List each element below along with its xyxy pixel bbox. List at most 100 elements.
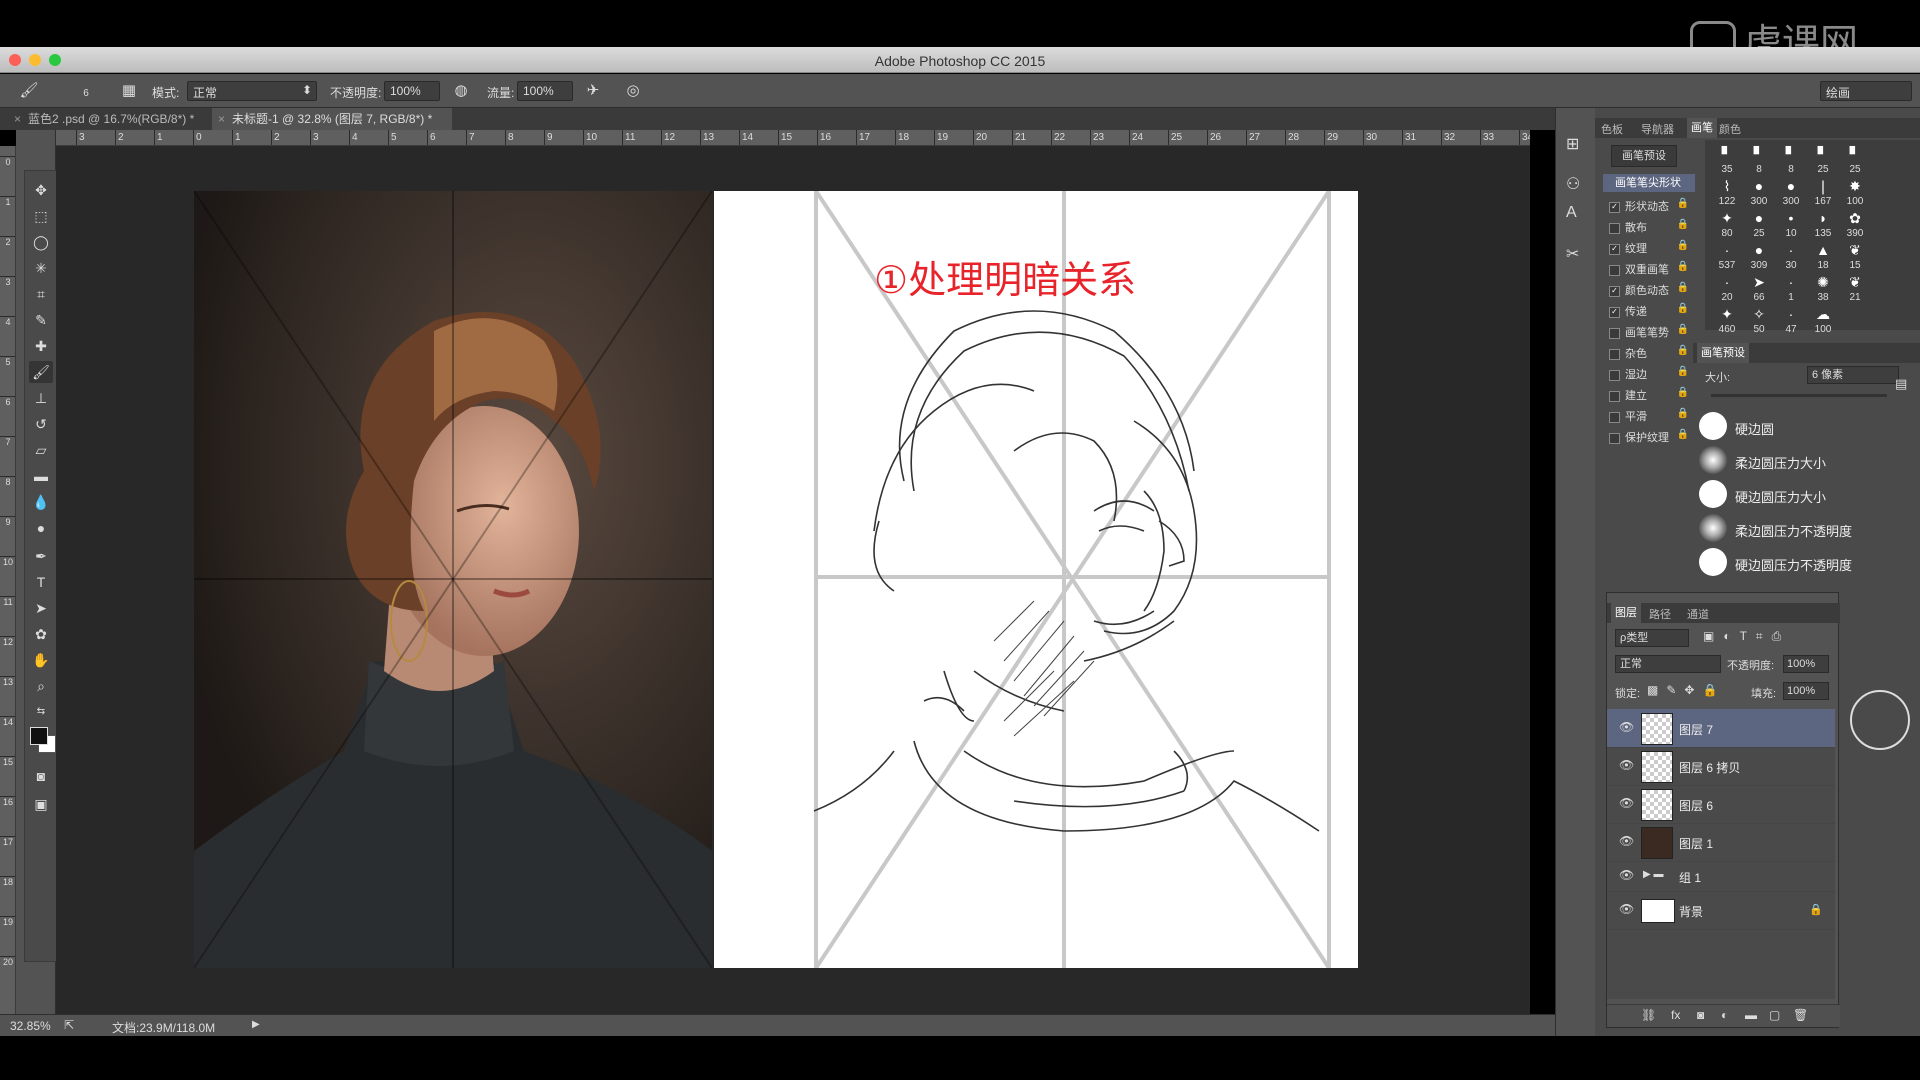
lock-icons[interactable]: ▩✎✥🔒 [1647, 683, 1725, 697]
new-layer-icon[interactable]: ▢ [1769, 1008, 1780, 1022]
shape-tool-icon[interactable]: ✿ [29, 623, 53, 645]
visibility-eye-icon[interactable]: 👁 [1619, 902, 1634, 916]
brush-tip-cell[interactable]: ▘ 8 [1743, 144, 1775, 176]
zoom-tool-icon[interactable]: ⌕ [29, 675, 53, 697]
brush-tip-cell[interactable]: ▘ 35 [1711, 144, 1743, 176]
pressure-opacity-icon[interactable]: ◍ [450, 81, 472, 101]
sketch-canvas[interactable]: ①处理明暗关系 [714, 191, 1358, 968]
workspace-select[interactable]: 绘画 [1820, 81, 1912, 101]
group-expand-arrow-icon[interactable]: ▶ ▬ [1643, 869, 1663, 880]
export-icon[interactable]: ⇱ [64, 1018, 74, 1032]
link-layers-icon[interactable]: ⛓ [1641, 1008, 1656, 1022]
adjustment-layer-icon[interactable]: ◐ [1721, 1008, 1728, 1022]
checkbox-checked-icon[interactable]: ✓ [1609, 306, 1620, 318]
layer-row[interactable]: 👁 图层 7 [1607, 709, 1835, 748]
brush-tip-cell[interactable]: · 30 [1775, 240, 1807, 272]
brush-tool-preset-icon[interactable]: 🖌 [18, 81, 40, 101]
brush-tip-cell[interactable]: ◗ 135 [1807, 208, 1839, 240]
brush-tip-cell[interactable]: ▘ 8 [1775, 144, 1807, 176]
tab-brush[interactable]: 画笔 [1687, 118, 1717, 138]
brush-tip-cell[interactable]: ❦ 21 [1839, 272, 1871, 304]
checkbox-checked-icon[interactable]: ✓ [1609, 201, 1620, 213]
layer-row[interactable]: 👁 图层 6 [1607, 785, 1835, 824]
brush-tip-cell[interactable]: ● 309 [1743, 240, 1775, 272]
brush-setting-item[interactable]: 保护纹理 🔒 [1609, 429, 1689, 445]
brush-tip-cell[interactable]: ⌇ 122 [1711, 176, 1743, 208]
brush-tip-cell[interactable]: · 1 [1775, 272, 1807, 304]
visibility-eye-icon[interactable]: 👁 [1619, 868, 1634, 882]
panel-options-icon[interactable]: ▤ [1895, 376, 1907, 392]
brush-tip-cell[interactable]: ✺ 38 [1807, 272, 1839, 304]
brush-tip-cell[interactable]: ● 300 [1743, 176, 1775, 208]
opacity-field[interactable]: 100% [384, 81, 440, 101]
lock-icon[interactable]: 🔒 [1677, 282, 1689, 293]
brush-tip-cell[interactable]: ➤ 66 [1743, 272, 1775, 304]
history-panel-icon[interactable]: ⊞ [1566, 134, 1579, 154]
brush-tip-cell[interactable]: ✦ 460 [1711, 304, 1743, 336]
tab-document-2[interactable]: × 未标题-1 @ 32.8% (图层 7, RGB/8*) * [212, 108, 452, 130]
brush-setting-item[interactable]: ✓ 形状动态 🔒 [1609, 198, 1689, 214]
tab-navigator[interactable]: 导航器 [1641, 121, 1674, 137]
brush-setting-item[interactable]: 平滑 🔒 [1609, 408, 1689, 424]
brush-tip-cell[interactable]: • 10 [1775, 208, 1807, 240]
brush-tip-cell[interactable]: ▲ 18 [1807, 240, 1839, 272]
brush-tool-icon[interactable]: 🖌 [29, 361, 53, 383]
delete-layer-icon[interactable]: 🗑 [1793, 1008, 1808, 1022]
crop-tool-icon[interactable]: ⌗ [29, 283, 53, 305]
checkbox-icon[interactable] [1609, 348, 1620, 360]
brush-setting-item[interactable]: 杂色 🔒 [1609, 345, 1689, 361]
layer-opacity-field[interactable]: 100% [1783, 655, 1829, 673]
path-selection-tool-icon[interactable]: ➤ [29, 597, 53, 619]
tab-layers[interactable]: 图层 [1611, 603, 1641, 623]
visibility-eye-icon[interactable]: 👁 [1619, 834, 1634, 848]
brush-tip-cell[interactable]: ● 300 [1775, 176, 1807, 208]
lock-icon[interactable]: 🔒 [1677, 387, 1689, 398]
brush-preset-item[interactable]: 柔边圆压力不透明度 [1699, 514, 1899, 544]
magic-wand-tool-icon[interactable]: ✳ [29, 257, 53, 279]
lock-icon[interactable]: 🔒 [1677, 408, 1689, 419]
brush-preset-item[interactable]: 柔边圆压力大小 [1699, 446, 1899, 476]
layer-filter-select[interactable]: ρ类型 [1615, 629, 1689, 647]
lock-icon[interactable]: 🔒 [1677, 429, 1689, 440]
brush-setting-item[interactable]: ✓ 传递 🔒 [1609, 303, 1689, 319]
tool-presets-panel-icon[interactable]: ✂ [1566, 244, 1579, 264]
new-group-icon[interactable]: ▬ [1745, 1008, 1757, 1022]
tab-document-1[interactable]: × 蓝色2 .psd @ 16.7%(RGB/8*) * [8, 108, 208, 130]
size-slider[interactable] [1711, 394, 1887, 397]
brush-preset-item[interactable]: 硬边圆压力不透明度 [1699, 548, 1899, 578]
brush-tip-cell[interactable]: ▘ 25 [1839, 144, 1871, 176]
brush-panel-toggle-icon[interactable]: ▦ [118, 81, 140, 101]
clone-source-panel-icon[interactable]: ⚇ [1566, 174, 1580, 194]
visibility-eye-icon[interactable]: 👁 [1619, 796, 1634, 810]
tab-channels[interactable]: 通道 [1687, 606, 1709, 622]
filter-icons[interactable]: ▣◐T⌗⎙ [1703, 629, 1790, 644]
character-panel-icon[interactable]: A [1566, 204, 1577, 222]
lock-icon[interactable]: 🔒 [1677, 219, 1689, 230]
layer-row[interactable]: 👁 背景 🔒 [1607, 891, 1835, 930]
screen-mode-icon[interactable]: ▣ [29, 793, 53, 815]
brush-setting-item[interactable]: 画笔笔势 🔒 [1609, 324, 1689, 340]
vertical-ruler[interactable]: 0 1 2 3 4 5 6 7 8 9 10 11 12 13 14 15 16 17 18 19 20 [0, 146, 16, 1014]
eraser-tool-icon[interactable]: ▱ [29, 439, 53, 461]
brush-setting-item[interactable]: 散布 🔒 [1609, 219, 1689, 235]
checkbox-icon[interactable] [1609, 264, 1620, 276]
dodge-tool-icon[interactable]: ● [29, 517, 53, 539]
visibility-eye-icon[interactable]: 👁 [1619, 720, 1634, 734]
brush-setting-item[interactable]: 双重画笔 🔒 [1609, 261, 1689, 277]
brush-setting-item[interactable]: 建立 🔒 [1609, 387, 1689, 403]
close-icon[interactable]: × [14, 108, 21, 130]
checkbox-icon[interactable] [1609, 390, 1620, 402]
checkbox-icon[interactable] [1609, 327, 1620, 339]
checkbox-icon[interactable] [1609, 411, 1620, 423]
zoom-level[interactable]: 32.85% [10, 1019, 51, 1033]
brush-setting-item[interactable]: 湿边 🔒 [1609, 366, 1689, 382]
brush-tip-cell[interactable]: ❦ 15 [1839, 240, 1871, 272]
layer-row[interactable]: 👁 ▶ ▬ 组 1 [1607, 861, 1835, 892]
brush-tip-cell[interactable]: ✦ 80 [1711, 208, 1743, 240]
gradient-tool-icon[interactable]: ▬ [29, 465, 53, 487]
brush-preset-item[interactable]: 硬边圆 [1699, 412, 1899, 442]
tab-swatches[interactable]: 色板 [1601, 121, 1623, 137]
tab-brush-presets[interactable]: 画笔预设 [1697, 343, 1749, 363]
eyedropper-tool-icon[interactable]: ✎ [29, 309, 53, 331]
checkbox-icon[interactable] [1609, 369, 1620, 381]
